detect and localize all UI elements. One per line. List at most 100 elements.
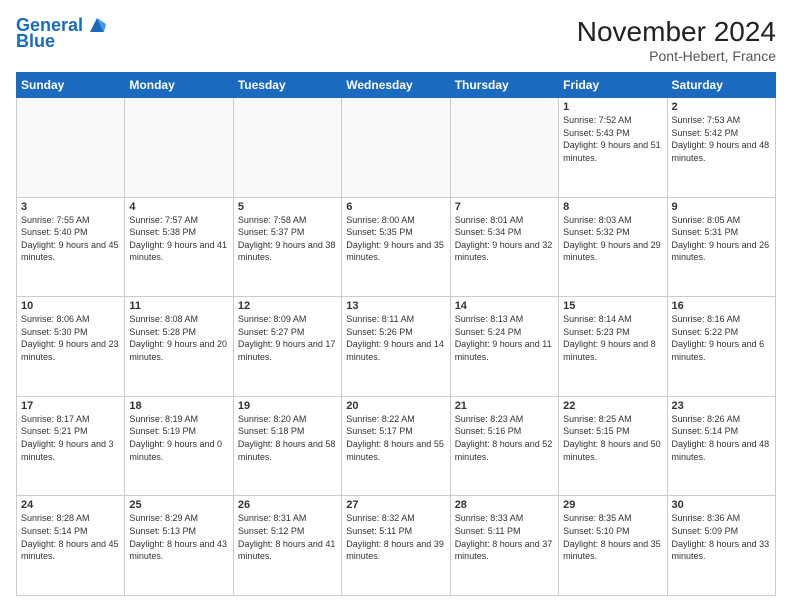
- calendar-cell: 26Sunrise: 8:31 AM Sunset: 5:12 PM Dayli…: [233, 496, 341, 596]
- day-info: Sunrise: 8:17 AM Sunset: 5:21 PM Dayligh…: [21, 413, 120, 463]
- day-number: 30: [672, 499, 771, 511]
- calendar-cell: [233, 98, 341, 198]
- calendar-cell: 8Sunrise: 8:03 AM Sunset: 5:32 PM Daylig…: [559, 197, 667, 297]
- day-info: Sunrise: 8:23 AM Sunset: 5:16 PM Dayligh…: [455, 413, 554, 463]
- day-info: Sunrise: 8:36 AM Sunset: 5:09 PM Dayligh…: [672, 512, 771, 562]
- day-number: 10: [21, 300, 120, 312]
- day-info: Sunrise: 7:55 AM Sunset: 5:40 PM Dayligh…: [21, 214, 120, 264]
- day-number: 8: [563, 201, 662, 213]
- col-friday: Friday: [559, 73, 667, 98]
- day-info: Sunrise: 8:20 AM Sunset: 5:18 PM Dayligh…: [238, 413, 337, 463]
- logo-icon: [86, 14, 108, 36]
- header: General Blue November 2024 Pont-Hebert, …: [16, 16, 776, 64]
- day-info: Sunrise: 8:31 AM Sunset: 5:12 PM Dayligh…: [238, 512, 337, 562]
- day-info: Sunrise: 8:13 AM Sunset: 5:24 PM Dayligh…: [455, 313, 554, 363]
- logo-line2: Blue: [16, 32, 55, 52]
- calendar-cell: 27Sunrise: 8:32 AM Sunset: 5:11 PM Dayli…: [342, 496, 450, 596]
- day-number: 13: [346, 300, 445, 312]
- day-info: Sunrise: 8:26 AM Sunset: 5:14 PM Dayligh…: [672, 413, 771, 463]
- day-info: Sunrise: 8:29 AM Sunset: 5:13 PM Dayligh…: [129, 512, 228, 562]
- day-number: 23: [672, 400, 771, 412]
- day-info: Sunrise: 7:53 AM Sunset: 5:42 PM Dayligh…: [672, 114, 771, 164]
- day-info: Sunrise: 8:11 AM Sunset: 5:26 PM Dayligh…: [346, 313, 445, 363]
- day-number: 26: [238, 499, 337, 511]
- day-number: 2: [672, 101, 771, 113]
- day-number: 17: [21, 400, 120, 412]
- calendar-cell: 23Sunrise: 8:26 AM Sunset: 5:14 PM Dayli…: [667, 396, 775, 496]
- calendar-week-0: 1Sunrise: 7:52 AM Sunset: 5:43 PM Daylig…: [17, 98, 776, 198]
- day-number: 11: [129, 300, 228, 312]
- calendar-cell: 4Sunrise: 7:57 AM Sunset: 5:38 PM Daylig…: [125, 197, 233, 297]
- day-number: 27: [346, 499, 445, 511]
- calendar-cell: 22Sunrise: 8:25 AM Sunset: 5:15 PM Dayli…: [559, 396, 667, 496]
- calendar-cell: 24Sunrise: 8:28 AM Sunset: 5:14 PM Dayli…: [17, 496, 125, 596]
- calendar-cell: 25Sunrise: 8:29 AM Sunset: 5:13 PM Dayli…: [125, 496, 233, 596]
- day-number: 25: [129, 499, 228, 511]
- day-number: 3: [21, 201, 120, 213]
- day-info: Sunrise: 8:32 AM Sunset: 5:11 PM Dayligh…: [346, 512, 445, 562]
- day-info: Sunrise: 8:28 AM Sunset: 5:14 PM Dayligh…: [21, 512, 120, 562]
- calendar-week-4: 24Sunrise: 8:28 AM Sunset: 5:14 PM Dayli…: [17, 496, 776, 596]
- calendar-cell: 18Sunrise: 8:19 AM Sunset: 5:19 PM Dayli…: [125, 396, 233, 496]
- calendar-cell: [125, 98, 233, 198]
- day-info: Sunrise: 7:58 AM Sunset: 5:37 PM Dayligh…: [238, 214, 337, 264]
- day-number: 21: [455, 400, 554, 412]
- col-saturday: Saturday: [667, 73, 775, 98]
- month-title: November 2024: [577, 16, 776, 48]
- day-info: Sunrise: 8:35 AM Sunset: 5:10 PM Dayligh…: [563, 512, 662, 562]
- day-number: 9: [672, 201, 771, 213]
- calendar-cell: 7Sunrise: 8:01 AM Sunset: 5:34 PM Daylig…: [450, 197, 558, 297]
- day-number: 14: [455, 300, 554, 312]
- calendar-week-1: 3Sunrise: 7:55 AM Sunset: 5:40 PM Daylig…: [17, 197, 776, 297]
- calendar-cell: 13Sunrise: 8:11 AM Sunset: 5:26 PM Dayli…: [342, 297, 450, 397]
- day-info: Sunrise: 8:01 AM Sunset: 5:34 PM Dayligh…: [455, 214, 554, 264]
- day-info: Sunrise: 8:05 AM Sunset: 5:31 PM Dayligh…: [672, 214, 771, 264]
- calendar-cell: 5Sunrise: 7:58 AM Sunset: 5:37 PM Daylig…: [233, 197, 341, 297]
- calendar-cell: 20Sunrise: 8:22 AM Sunset: 5:17 PM Dayli…: [342, 396, 450, 496]
- calendar-cell: [450, 98, 558, 198]
- calendar-week-2: 10Sunrise: 8:06 AM Sunset: 5:30 PM Dayli…: [17, 297, 776, 397]
- calendar-cell: 11Sunrise: 8:08 AM Sunset: 5:28 PM Dayli…: [125, 297, 233, 397]
- day-info: Sunrise: 8:08 AM Sunset: 5:28 PM Dayligh…: [129, 313, 228, 363]
- day-number: 18: [129, 400, 228, 412]
- calendar-cell: 10Sunrise: 8:06 AM Sunset: 5:30 PM Dayli…: [17, 297, 125, 397]
- calendar-cell: 2Sunrise: 7:53 AM Sunset: 5:42 PM Daylig…: [667, 98, 775, 198]
- day-number: 12: [238, 300, 337, 312]
- day-number: 4: [129, 201, 228, 213]
- day-number: 28: [455, 499, 554, 511]
- col-sunday: Sunday: [17, 73, 125, 98]
- day-info: Sunrise: 8:06 AM Sunset: 5:30 PM Dayligh…: [21, 313, 120, 363]
- day-number: 7: [455, 201, 554, 213]
- calendar-cell: [17, 98, 125, 198]
- page: General Blue November 2024 Pont-Hebert, …: [0, 0, 792, 612]
- day-info: Sunrise: 8:03 AM Sunset: 5:32 PM Dayligh…: [563, 214, 662, 264]
- col-tuesday: Tuesday: [233, 73, 341, 98]
- calendar-cell: 14Sunrise: 8:13 AM Sunset: 5:24 PM Dayli…: [450, 297, 558, 397]
- calendar-cell: 29Sunrise: 8:35 AM Sunset: 5:10 PM Dayli…: [559, 496, 667, 596]
- calendar-cell: 21Sunrise: 8:23 AM Sunset: 5:16 PM Dayli…: [450, 396, 558, 496]
- location: Pont-Hebert, France: [577, 48, 776, 64]
- calendar-cell: 19Sunrise: 8:20 AM Sunset: 5:18 PM Dayli…: [233, 396, 341, 496]
- calendar-cell: 30Sunrise: 8:36 AM Sunset: 5:09 PM Dayli…: [667, 496, 775, 596]
- calendar-cell: 6Sunrise: 8:00 AM Sunset: 5:35 PM Daylig…: [342, 197, 450, 297]
- calendar-cell: 12Sunrise: 8:09 AM Sunset: 5:27 PM Dayli…: [233, 297, 341, 397]
- day-number: 16: [672, 300, 771, 312]
- day-number: 19: [238, 400, 337, 412]
- day-number: 1: [563, 101, 662, 113]
- calendar-table: Sunday Monday Tuesday Wednesday Thursday…: [16, 72, 776, 596]
- day-number: 29: [563, 499, 662, 511]
- day-info: Sunrise: 8:14 AM Sunset: 5:23 PM Dayligh…: [563, 313, 662, 363]
- calendar-cell: 9Sunrise: 8:05 AM Sunset: 5:31 PM Daylig…: [667, 197, 775, 297]
- day-number: 15: [563, 300, 662, 312]
- day-number: 5: [238, 201, 337, 213]
- day-number: 20: [346, 400, 445, 412]
- day-info: Sunrise: 8:25 AM Sunset: 5:15 PM Dayligh…: [563, 413, 662, 463]
- day-number: 6: [346, 201, 445, 213]
- calendar-cell: 17Sunrise: 8:17 AM Sunset: 5:21 PM Dayli…: [17, 396, 125, 496]
- col-wednesday: Wednesday: [342, 73, 450, 98]
- day-number: 24: [21, 499, 120, 511]
- calendar-week-3: 17Sunrise: 8:17 AM Sunset: 5:21 PM Dayli…: [17, 396, 776, 496]
- calendar-cell: 3Sunrise: 7:55 AM Sunset: 5:40 PM Daylig…: [17, 197, 125, 297]
- day-info: Sunrise: 8:33 AM Sunset: 5:11 PM Dayligh…: [455, 512, 554, 562]
- calendar-cell: 16Sunrise: 8:16 AM Sunset: 5:22 PM Dayli…: [667, 297, 775, 397]
